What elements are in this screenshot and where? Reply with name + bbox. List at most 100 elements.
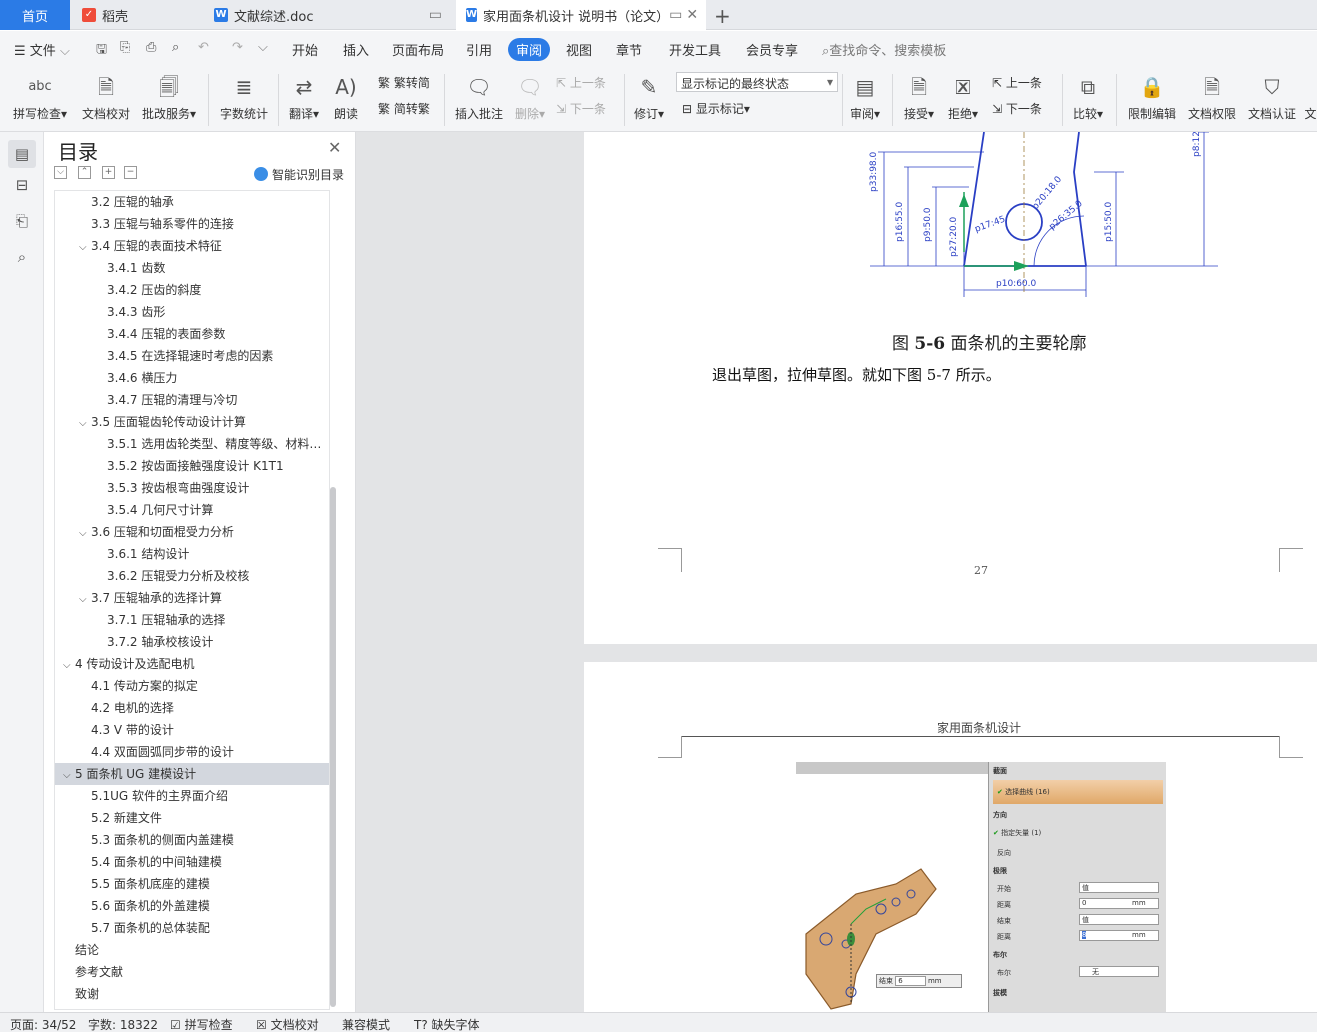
next-change-button[interactable]: ⇲ 下一条 [992,100,1042,117]
minus-icon[interactable]: − [124,166,137,179]
toc-item[interactable]: ⌵ 4 传动设计及选配电机 [55,653,329,677]
read-aloud-button[interactable]: A) 朗读 [328,70,364,122]
toc-item[interactable]: 3.6.1 结构设计 [55,543,329,565]
toc-item[interactable]: 4.1 传动方案的拟定 [55,675,329,697]
toc-item[interactable]: 3.5.3 按齿根弯曲强度设计 [55,477,329,499]
reverse-label[interactable]: 反向 [997,848,1011,858]
toc-item[interactable]: 3.2 压辊的轴承 [55,191,329,213]
toc-item[interactable]: 3.6.2 压辊受力分析及校核 [55,565,329,587]
toc-item[interactable]: ⌵ 3.7 压辊轴承的选择计算 [55,587,329,611]
menu-insert[interactable]: 插入 [343,40,369,59]
redo-icon[interactable]: ↷ [232,40,243,55]
word-count-indicator[interactable]: 字数: 18322 [88,1016,158,1033]
plus-icon[interactable]: + [102,166,115,179]
toc-item[interactable]: 5.6 面条机的外盖建模 [55,895,329,917]
toc-item[interactable]: 5.4 面条机的中间轴建模 [55,851,329,873]
toc-item[interactable]: 4.2 电机的选择 [55,697,329,719]
toc-item[interactable]: 3.4.2 压齿的斜度 [55,279,329,301]
toc-item[interactable]: 结论 [55,939,329,961]
toc-view-icon[interactable]: ▤ [8,140,36,168]
toc-item[interactable]: 3.5.2 按齿面接触强度设计 K1T1 [55,455,329,477]
toc-scrollbar[interactable] [330,487,336,1007]
toc-item[interactable]: 3.4.6 横压力 [55,367,329,389]
tab-home[interactable]: 首页 [0,0,70,30]
translate-button[interactable]: ⇄ 翻译▾ [284,70,324,122]
markup-state-select[interactable]: 显示标记的最终状态 ▾ [676,72,838,92]
doc-rights-button[interactable]: 🗎 文档权限 [1184,70,1240,122]
delete-comment-button[interactable]: 🗨 删除▾ [510,70,550,122]
simp-to-trad-button[interactable]: 繁 简转繁 [378,100,430,117]
specify-vector-row[interactable]: ✔ 指定矢量 (1) [993,828,1041,838]
expand-up-icon[interactable]: ⌃ [78,166,91,179]
chevron-down-icon[interactable]: ⌵ [79,589,91,611]
close-icon[interactable]: ✕ [328,138,341,157]
prev-comment-button[interactable]: ⇱ 上一条 [556,74,606,91]
accept-button[interactable]: 🗎 接受▾ [900,70,938,122]
select-curve-row[interactable]: ✔ 选择曲线 (16) [993,780,1163,804]
monitor-icon[interactable]: ▭ [429,7,442,23]
toc-item[interactable]: 5.7 面条机的总体装配 [55,917,329,939]
toc-item[interactable]: 3.5.1 选用齿轮类型、精度等级、材料… [55,433,329,455]
chevron-down-icon[interactable]: ⌵ [79,413,91,435]
menu-devtools[interactable]: 开发工具 [669,40,721,59]
tab-current-doc[interactable]: W 家用面条机设计 说明书（论文） ▭ ✕ [456,0,706,30]
page-indicator[interactable]: 页面: 34/52 [10,1016,76,1033]
track-changes-button[interactable]: ✎ 修订▾ [630,70,668,122]
toc-item[interactable]: ⌵ 3.6 压辊和切面棍受力分析 [55,521,329,545]
close-tab-icon[interactable]: ✕ [686,7,698,23]
toc-item[interactable]: 5.1UG 软件的主界面介绍 [55,785,329,807]
toc-item[interactable]: 3.4.3 齿形 [55,301,329,323]
print-icon[interactable]: ⎙ [146,40,156,55]
new-tab-button[interactable]: + [714,4,731,28]
review-pane-button[interactable]: ▤ 审阅▾ [846,70,884,122]
toc-item[interactable]: 5.5 面条机底座的建模 [55,873,329,895]
toc-item[interactable]: 致谢 [55,983,329,1005]
document-canvas[interactable]: p33:98.0 p16:55.0 p9:50.0 p27:20.0 p10:6… [356,132,1317,1012]
toc-item[interactable]: 3.4.1 齿数 [55,257,329,279]
chapter-nav-icon[interactable]: ⊟ [12,176,32,196]
word-count-button[interactable]: ≣ 字数统计 [216,70,272,122]
search-icon[interactable]: ⌕ [12,248,32,268]
file-menu[interactable]: ☰ 文件 ⌵ [14,40,70,59]
menu-reference[interactable]: 引用 [466,40,492,59]
command-search[interactable]: ⌕查找命令、搜索模板 [822,40,946,59]
status-spell-check[interactable]: ☑ 拼写检查 [170,1016,233,1033]
tab-daoke[interactable]: ✓ 稻壳 [72,0,202,30]
toc-item[interactable]: 3.7.2 轴承校核设计 [55,631,329,653]
smart-toc-button[interactable]: 智能识别目录 [254,166,344,183]
tab-doc-review[interactable]: W 文献综述.doc ▭ [204,0,454,30]
end-value-popup[interactable]: 结束 6 mm [876,974,962,988]
start-select[interactable]: 值 [1079,882,1159,893]
status-proof[interactable]: ☒ 文档校对 [256,1016,319,1033]
end-distance-input[interactable]: 8 mm [1079,930,1159,941]
chevron-down-icon[interactable]: ⌵ [79,523,91,545]
toc-item[interactable]: 5.2 新建文件 [55,807,329,829]
menu-member[interactable]: 会员专享 [746,40,798,59]
toc-item[interactable]: ⌵ 3.4 压辊的表面技术特征 [55,235,329,259]
chevron-down-icon[interactable]: ⌵ [63,655,75,677]
batch-service-button[interactable]: 🗐 批改服务▾ [138,70,200,122]
toc-item[interactable]: 3.3 压辊与轴系零件的连接 [55,213,329,235]
toc-item[interactable]: 3.4.4 压辊的表面参数 [55,323,329,345]
undo-icon[interactable]: ↶ [198,40,209,55]
menu-layout[interactable]: 页面布局 [392,40,444,59]
start-distance-input[interactable]: 0 mm [1079,898,1159,909]
save-icon[interactable]: 🖫 [96,40,107,62]
toc-item[interactable]: 3.4.7 压辊的清理与冷切 [55,389,329,411]
toc-item[interactable]: 3.7.1 压辊轴承的选择 [55,609,329,631]
export-icon[interactable]: ⎘ [120,40,130,55]
doc-proof-button[interactable]: 🗎 文档校对 [78,70,134,122]
more-icon[interactable]: ⌵ [258,40,268,55]
toc-item[interactable]: 5.3 面条机的侧面内盖建模 [55,829,329,851]
restrict-edit-button[interactable]: 🔒 限制编辑 [1124,70,1180,122]
monitor-icon[interactable]: ▭ [669,7,682,23]
chevron-down-icon[interactable]: ⌵ [79,237,91,259]
spell-check-button[interactable]: abc 拼写检查▾ [10,70,70,122]
print-preview-icon[interactable]: ⌕ [172,40,179,55]
toc-item[interactable]: ⌵ 5 面条机 UG 建模设计 [55,763,329,785]
bookmark-icon[interactable]: ⎗ [12,212,32,232]
doc-cert-button[interactable]: ⛉ 文档认证 [1244,70,1300,122]
toc-item[interactable]: 3.4.5 在选择辊速时考虑的因素 [55,345,329,367]
menu-chapter[interactable]: 章节 [616,40,642,59]
toc-item[interactable]: 4.4 双面圆弧同步带的设计 [55,741,329,763]
